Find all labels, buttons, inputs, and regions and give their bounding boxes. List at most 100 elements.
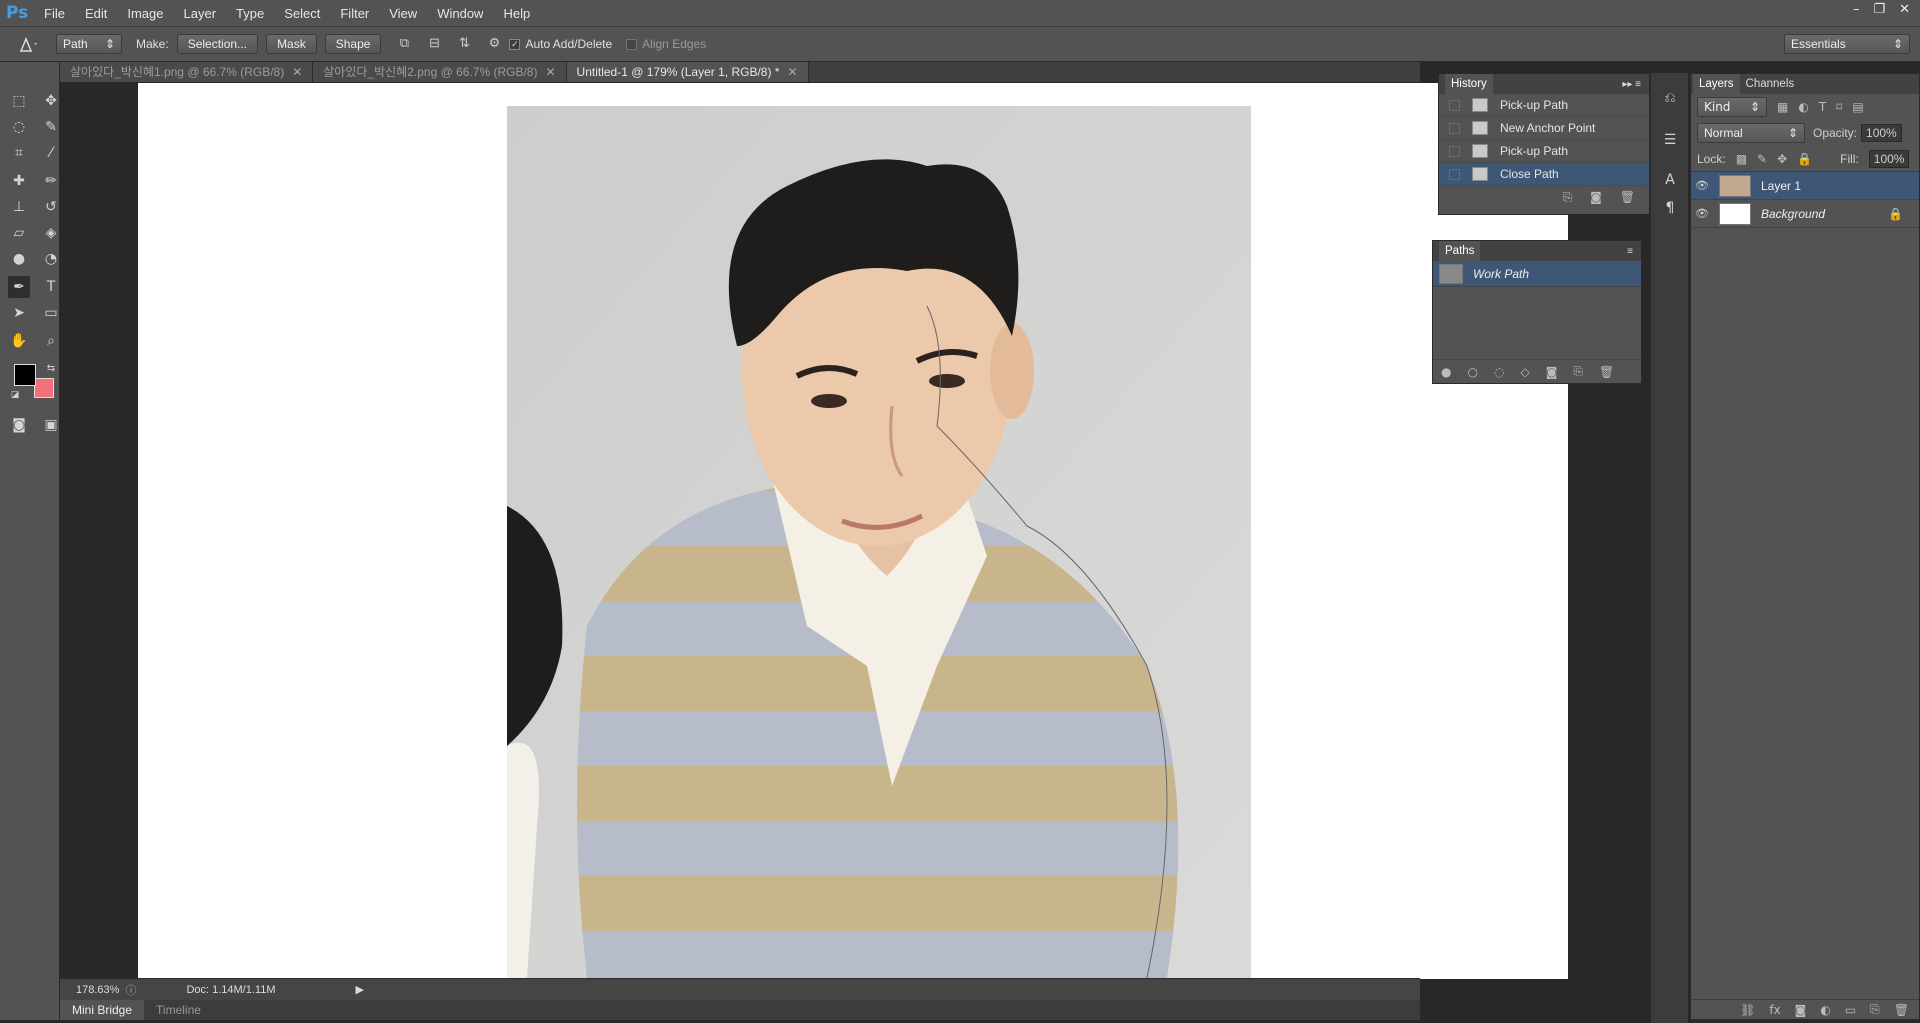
trash-icon[interactable]: 🗑 <box>1894 1003 1909 1017</box>
menu-type[interactable]: Type <box>226 6 274 21</box>
history-item[interactable]: New Anchor Point <box>1439 117 1649 140</box>
path-selection-tool-icon[interactable]: ➤ <box>8 302 30 324</box>
path-item[interactable]: Work Path <box>1433 261 1641 287</box>
brush-tool-icon[interactable]: ✏ <box>40 170 62 192</box>
layers-tab[interactable]: Layers <box>1693 74 1740 94</box>
blend-mode-select[interactable]: Normal ⇕ <box>1697 123 1805 143</box>
properties-panel-icon[interactable]: ☰ <box>1659 129 1681 151</box>
make-selection-button[interactable]: Selection... <box>176 34 259 54</box>
tool-mode-select[interactable]: Path ⇕ <box>56 34 122 54</box>
fill-path-icon[interactable]: ● <box>1441 365 1451 379</box>
dodge-tool-icon[interactable]: ◔ <box>40 248 62 270</box>
type-tool-icon[interactable]: T <box>40 276 62 298</box>
tab-document-1[interactable]: 살아있다_박신혜1.png @ 66.7% (RGB/8) ✕ <box>60 62 314 82</box>
info-icon[interactable]: ⓘ <box>125 982 136 998</box>
background-color-swatch[interactable] <box>34 378 54 398</box>
stroke-path-icon[interactable]: ○ <box>1467 365 1477 379</box>
channels-tab[interactable]: Channels <box>1740 74 1801 94</box>
link-layers-icon[interactable]: ⛓ <box>1740 1003 1755 1017</box>
lock-transparent-icon[interactable]: ▩ <box>1736 152 1747 166</box>
layer-photo[interactable] <box>507 106 1251 978</box>
menu-window[interactable]: Window <box>427 6 493 21</box>
history-tab[interactable]: History <box>1445 74 1493 94</box>
menu-view[interactable]: View <box>379 6 427 21</box>
add-mask-icon[interactable]: ◙ <box>1795 1003 1807 1017</box>
layer-row[interactable]: 👁 Background 🔒 <box>1691 200 1919 228</box>
paint-bucket-tool-icon[interactable]: ◈ <box>40 222 62 244</box>
marquee-tool-icon[interactable]: ⬚ <box>8 90 30 112</box>
zoom-tool-icon[interactable]: ⌕ <box>40 330 62 352</box>
clone-stamp-tool-icon[interactable]: ⊥ <box>8 196 30 218</box>
rectangle-tool-icon[interactable]: ▭ <box>40 302 62 324</box>
tab-document-2[interactable]: 살아있다_박신혜2.png @ 66.7% (RGB/8) ✕ <box>313 62 567 82</box>
screen-mode-icon[interactable]: ▣ <box>40 414 62 436</box>
restore-button[interactable]: ❐ <box>1873 2 1885 17</box>
paths-tab[interactable]: Paths <box>1439 241 1481 261</box>
history-item[interactable]: Pick-up Path <box>1439 94 1649 117</box>
foreground-color-swatch[interactable] <box>14 364 36 386</box>
status-menu-arrow-icon[interactable]: ▶ <box>356 983 364 996</box>
new-layer-icon[interactable]: ⎘ <box>1870 1002 1880 1017</box>
minimize-button[interactable]: – <box>1853 2 1860 17</box>
layer-filter-select[interactable]: Kind ⇕ <box>1697 97 1767 117</box>
history-item[interactable]: Close Path <box>1439 163 1649 186</box>
character-panel-icon[interactable]: A <box>1659 169 1681 191</box>
new-document-from-state-icon[interactable]: ⎘ <box>1563 190 1573 205</box>
snapshot-icon[interactable]: ◙ <box>1590 190 1602 204</box>
menu-image[interactable]: Image <box>117 6 173 21</box>
path-operations-icon[interactable]: ⧉ <box>395 35 413 53</box>
default-colors-icon[interactable]: ◪ <box>4 384 26 406</box>
lock-image-icon[interactable]: ✎ <box>1757 152 1767 166</box>
align-edges-checkbox[interactable] <box>626 38 638 50</box>
lock-position-icon[interactable]: ✥ <box>1777 152 1787 166</box>
opacity-input[interactable]: 100% <box>1861 124 1902 142</box>
crop-tool-icon[interactable]: ⌗ <box>8 142 30 164</box>
make-work-path-icon[interactable]: ◇ <box>1520 365 1529 379</box>
workspace-select[interactable]: Essentials ⇕ <box>1784 34 1910 54</box>
trash-icon[interactable]: 🗑 <box>1620 190 1635 204</box>
menu-filter[interactable]: Filter <box>330 6 379 21</box>
new-path-icon[interactable]: ⎘ <box>1573 364 1583 379</box>
eye-icon[interactable]: 👁 <box>1691 207 1713 220</box>
filter-type-icon[interactable]: T <box>1819 100 1826 114</box>
paragraph-panel-icon[interactable]: ¶ <box>1659 197 1681 219</box>
panel-menu-icon[interactable]: ▸▸ ≡ <box>1622 79 1641 90</box>
load-path-as-selection-icon[interactable]: ◌ <box>1494 365 1504 379</box>
tab-document-3[interactable]: Untitled-1 @ 179% (Layer 1, RGB/8) * ✕ <box>566 62 809 82</box>
close-button[interactable]: ✕ <box>1899 2 1910 17</box>
quick-selection-tool-icon[interactable]: ✎ <box>40 116 62 138</box>
history-brush-tool-icon[interactable]: ↺ <box>40 196 62 218</box>
lock-all-icon[interactable]: 🔒 <box>1797 152 1812 166</box>
make-mask-button[interactable]: Mask <box>266 34 317 54</box>
eyedropper-tool-icon[interactable]: ⁄ <box>40 142 62 164</box>
swap-colors-icon[interactable]: ⇆ <box>40 358 62 380</box>
zoom-level[interactable]: 178.63% <box>76 984 119 996</box>
menu-file[interactable]: File <box>34 6 75 21</box>
path-arrangement-icon[interactable]: ⇅ <box>455 35 473 53</box>
filter-shape-icon[interactable]: ⌑ <box>1836 100 1842 114</box>
filter-smart-object-icon[interactable]: ▤ <box>1852 100 1863 114</box>
eye-icon[interactable]: 👁 <box>1691 179 1713 192</box>
quick-mask-icon[interactable]: ◙ <box>8 414 30 436</box>
panel-menu-icon[interactable]: ≡ <box>1627 246 1633 257</box>
fx-icon[interactable]: fx <box>1769 1003 1780 1017</box>
add-mask-icon[interactable]: ◙ <box>1546 365 1558 379</box>
healing-brush-tool-icon[interactable]: ✚ <box>8 170 30 192</box>
move-tool-icon[interactable]: ✥ <box>40 90 62 112</box>
menu-edit[interactable]: Edit <box>75 6 117 21</box>
menu-help[interactable]: Help <box>493 6 540 21</box>
auto-add-delete-checkbox[interactable]: ✓ <box>509 38 521 50</box>
path-alignment-icon[interactable]: ⊟ <box>425 35 443 53</box>
tab-mini-bridge[interactable]: Mini Bridge <box>60 1000 145 1020</box>
layer-row[interactable]: 👁 Layer 1 <box>1691 172 1919 200</box>
history-item[interactable]: Pick-up Path <box>1439 140 1649 163</box>
fill-input[interactable]: 100% <box>1868 149 1910 168</box>
filter-adjustment-icon[interactable]: ◐ <box>1798 100 1808 114</box>
menu-layer[interactable]: Layer <box>174 6 227 21</box>
make-shape-button[interactable]: Shape <box>324 34 382 54</box>
filter-pixel-icon[interactable]: ▦ <box>1777 100 1788 114</box>
blur-tool-icon[interactable]: ● <box>8 248 30 270</box>
menu-select[interactable]: Select <box>274 6 330 21</box>
trash-icon[interactable]: 🗑 <box>1599 365 1614 379</box>
pen-tool-preset-icon[interactable] <box>0 35 56 53</box>
